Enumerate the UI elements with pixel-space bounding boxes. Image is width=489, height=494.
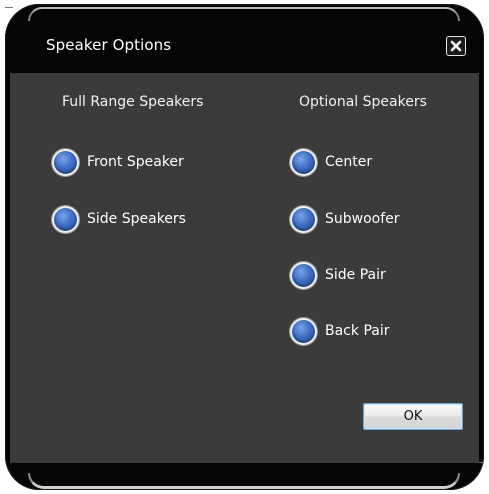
option-label: Front Speaker <box>87 154 184 170</box>
option-label: Back Pair <box>325 323 390 339</box>
dialog-frame: Speaker Options Full Range Speakers Opti… <box>0 0 489 494</box>
option-label: Center <box>325 154 373 170</box>
option-label: Subwoofer <box>325 211 400 227</box>
ok-button[interactable]: OK <box>363 403 463 430</box>
top-rim <box>28 7 460 21</box>
option-label: Side Pair <box>325 267 386 283</box>
radio-button-icon[interactable] <box>290 261 317 289</box>
edge-mark <box>5 7 13 8</box>
optional-heading: Optional Speakers <box>299 94 427 110</box>
radio-center[interactable]: Center <box>290 147 372 177</box>
dialog-title: Speaker Options <box>46 36 172 54</box>
radio-button-icon[interactable] <box>290 205 317 233</box>
close-icon <box>450 40 462 52</box>
radio-side-speakers[interactable]: Side Speakers <box>52 204 186 234</box>
full-range-heading: Full Range Speakers <box>62 94 204 110</box>
radio-button-icon[interactable] <box>290 148 317 176</box>
radio-subwoofer[interactable]: Subwoofer <box>290 204 400 234</box>
radio-button-icon[interactable] <box>52 205 79 233</box>
radio-button-icon[interactable] <box>290 317 317 345</box>
radio-back-pair[interactable]: Back Pair <box>290 316 389 346</box>
close-button[interactable] <box>446 36 466 56</box>
bottom-rim <box>28 473 460 489</box>
radio-side-pair[interactable]: Side Pair <box>290 260 386 290</box>
radio-front-speaker[interactable]: Front Speaker <box>52 147 184 177</box>
option-label: Side Speakers <box>87 211 186 227</box>
radio-button-icon[interactable] <box>52 148 79 176</box>
